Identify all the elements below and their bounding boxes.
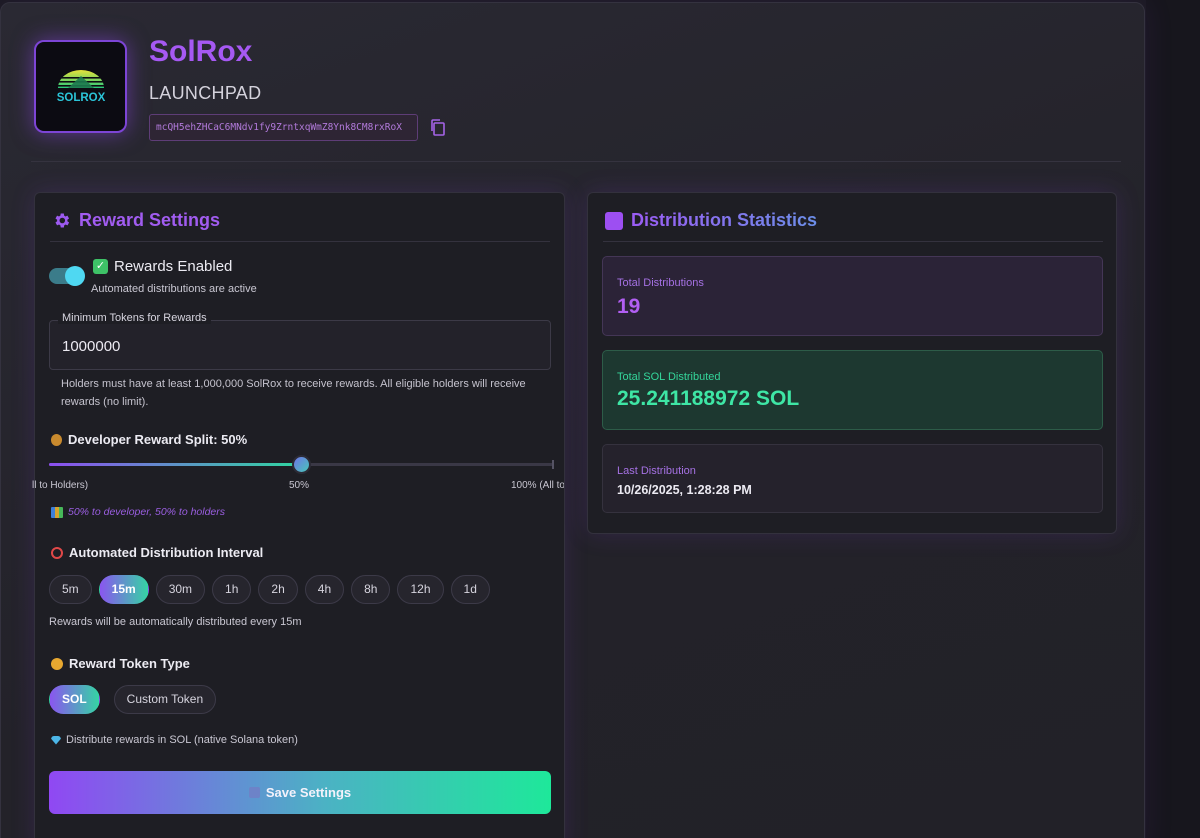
token-type-options: SOL Custom Token xyxy=(49,685,217,714)
total-distributions-card: Total Distributions 19 xyxy=(602,256,1103,336)
slider-fill xyxy=(49,463,301,466)
total-distributions-value: 19 xyxy=(617,295,641,318)
min-tokens-input[interactable] xyxy=(62,335,532,357)
distribution-statistics-heading: Distribution Statistics xyxy=(605,210,817,231)
panel-divider xyxy=(603,241,1103,242)
floppy-disk-icon xyxy=(248,787,260,798)
distribution-statistics-panel: Distribution Statistics Total Distributi… xyxy=(587,192,1117,534)
dev-split-heading: Developer Reward Split: 50% xyxy=(51,432,247,447)
app-title: SolRox xyxy=(149,35,253,68)
rewards-enabled-sub: Automated distributions are active xyxy=(91,283,257,295)
min-tokens-label: Minimum Tokens for Rewards xyxy=(58,312,211,324)
slider-min-label: ll to Holders) xyxy=(32,480,89,491)
interval-option-4h[interactable]: 4h xyxy=(304,575,345,604)
gem-icon xyxy=(51,735,61,745)
split-note-text: 50% to developer, 50% to holders xyxy=(68,506,226,518)
toggle-knob xyxy=(65,266,85,286)
split-note: 50% to developer, 50% to holders xyxy=(51,506,225,518)
token-type-option-custom-token[interactable]: Custom Token xyxy=(113,685,217,714)
app-subtitle: LAUNCHPAD xyxy=(149,83,262,103)
panel-divider xyxy=(50,241,550,242)
logo-text: SOLROX xyxy=(56,92,105,104)
token-type-heading: Reward Token Type xyxy=(51,656,190,671)
min-tokens-field: Minimum Tokens for Rewards xyxy=(49,312,551,370)
rewards-toggle[interactable] xyxy=(49,266,85,286)
alarm-clock-icon xyxy=(51,546,63,559)
reward-settings-heading: Reward Settings xyxy=(52,210,220,231)
dev-split-slider[interactable] xyxy=(49,455,554,474)
rewards-enabled-label: Rewards Enabled xyxy=(114,258,233,275)
interval-option-1h[interactable]: 1h xyxy=(212,575,252,604)
last-distribution-label: Last Distribution xyxy=(617,465,696,477)
save-settings-button[interactable]: Save Settings xyxy=(49,771,551,814)
interval-option-1d[interactable]: 1d xyxy=(450,575,490,604)
launchpad-card: SOLROX SolRox LAUNCHPAD mcQH5ehZHCaC6MNd… xyxy=(0,2,1145,838)
interval-option-8h[interactable]: 8h xyxy=(351,575,391,604)
min-tokens-helper: Holders must have at least 1,000,000 Sol… xyxy=(61,378,526,408)
token-type-option-sol[interactable]: SOL xyxy=(49,685,100,714)
purple-square-icon xyxy=(605,211,623,230)
coin-icon xyxy=(51,657,63,670)
slider-thumb[interactable] xyxy=(292,455,311,474)
reward-settings-panel: Reward Settings ✓ Rewards Enabled Automa… xyxy=(32,192,565,838)
reward-settings-title: Reward Settings xyxy=(79,210,221,230)
interval-option-15m[interactable]: 15m xyxy=(98,575,149,604)
gear-icon xyxy=(55,213,70,228)
slider-end-tick xyxy=(552,460,554,469)
window-edge xyxy=(1146,0,1200,838)
last-distribution-value: 10/26/2025, 1:28:28 PM xyxy=(617,483,752,497)
dev-split-label: Developer Reward Split: 50% xyxy=(68,432,248,447)
total-sol-value: 25.241188972 SOL xyxy=(617,387,800,410)
interval-note: Rewards will be automatically distribute… xyxy=(49,616,302,628)
slider-max-label: 100% (All to xyxy=(511,480,564,491)
total-sol-card: Total SOL Distributed 25.241188972 SOL xyxy=(602,350,1103,430)
interval-option-12h[interactable]: 12h xyxy=(397,575,444,604)
last-distribution-card: Last Distribution 10/26/2025, 1:28:28 PM xyxy=(602,444,1103,513)
total-sol-label: Total SOL Distributed xyxy=(617,371,721,383)
token-type-label: Reward Token Type xyxy=(69,656,190,671)
contract-address[interactable]: mcQH5ehZHCaC6MNdv1fy9ZrntxqWmZ8Ynk8CM8rx… xyxy=(149,114,418,141)
header-divider xyxy=(31,161,1121,162)
money-bag-icon xyxy=(51,433,62,446)
interval-label: Automated Distribution Interval xyxy=(69,545,264,560)
token-note-text: Distribute rewards in SOL (native Solana… xyxy=(66,734,298,746)
chart-icon xyxy=(51,506,63,518)
token-logo: SOLROX xyxy=(34,40,127,133)
interval-option-5m[interactable]: 5m xyxy=(49,575,92,604)
interval-option-2h[interactable]: 2h xyxy=(258,575,298,604)
save-settings-label: Save Settings xyxy=(265,785,352,800)
checkmark-icon: ✓ xyxy=(93,259,108,274)
total-distributions-label: Total Distributions xyxy=(617,277,704,289)
interval-option-30m[interactable]: 30m xyxy=(155,575,206,604)
distribution-statistics-title: Distribution Statistics xyxy=(631,210,818,230)
copy-icon[interactable] xyxy=(429,118,447,138)
token-note: Distribute rewards in SOL (native Solana… xyxy=(51,734,298,746)
solrox-logo-icon: SOLROX xyxy=(56,69,105,104)
interval-options: 5m 15m 30m 1h 2h 4h 8h 12h 1d xyxy=(49,575,490,604)
slider-mid-label: 50% xyxy=(289,480,310,491)
interval-heading: Automated Distribution Interval xyxy=(51,545,263,560)
